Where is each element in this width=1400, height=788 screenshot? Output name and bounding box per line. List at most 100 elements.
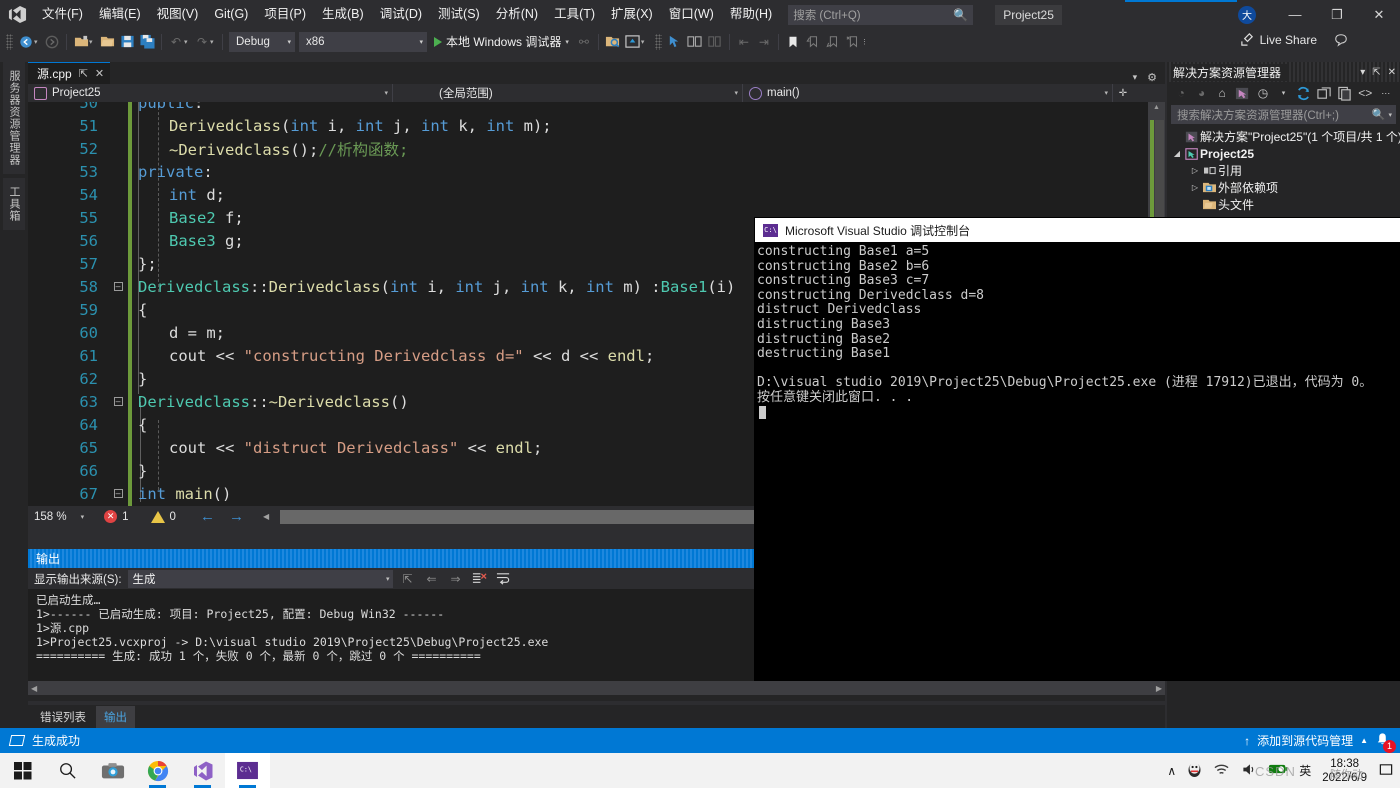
nav-member-combo[interactable]: main() ▾ — [743, 84, 1113, 102]
scroll-up-icon[interactable]: ▲ — [1148, 104, 1165, 111]
tab-error-list[interactable]: 错误列表 — [32, 706, 94, 728]
ime-indicator[interactable]: 英 — [1299, 762, 1311, 779]
error-count-indicator[interactable]: ✕ 1 — [104, 510, 129, 523]
preview-changes-icon[interactable] — [603, 31, 623, 52]
warning-count-indicator[interactable]: 0 — [150, 510, 176, 523]
menu-git[interactable]: Git(G) — [206, 0, 256, 29]
document-tab-source-cpp[interactable]: 源.cpp ⇱ ✕ — [28, 62, 111, 84]
chevron-down-icon[interactable]: ▾ — [1360, 67, 1365, 78]
chevron-up-icon[interactable]: ▲ — [1360, 736, 1368, 745]
start-debugging-button[interactable]: 本地 Windows 调试器 ▾ — [429, 31, 574, 52]
quick-search-input[interactable]: 搜索 (Ctrl+Q) 🔍 — [788, 4, 974, 25]
toggle-word-wrap-icon[interactable] — [495, 570, 513, 588]
home-icon[interactable]: ⌂ — [1214, 85, 1230, 102]
taskbar-visual-studio-button[interactable] — [180, 753, 225, 788]
open-file-icon[interactable] — [97, 31, 117, 52]
solution-search-input[interactable]: 搜索解决方案资源管理器(Ctrl+;) 🔍 ▾ — [1171, 105, 1396, 124]
menu-tools[interactable]: 工具(T) — [546, 0, 603, 29]
menu-edit[interactable]: 编辑(E) — [91, 0, 149, 29]
menu-file[interactable]: 文件(F) — [34, 0, 91, 29]
taskbar-camera-button[interactable] — [90, 753, 135, 788]
code-line[interactable]: 50 public: — [28, 102, 1165, 114]
scroll-right-icon[interactable]: ▶ — [1153, 684, 1165, 693]
pending-changes-icon[interactable]: ◷ — [1255, 85, 1271, 102]
live-preview-caret-icon[interactable]: ▾ — [641, 38, 649, 46]
add-to-source-control-button[interactable]: 添加到源代码管理 — [1257, 732, 1353, 749]
menu-debug[interactable]: 调试(D) — [372, 0, 430, 29]
toolbar-grip[interactable] — [654, 33, 662, 50]
properties-icon[interactable] — [1337, 85, 1353, 102]
expander-icon[interactable]: ◢ — [1171, 149, 1183, 158]
tree-item[interactable]: 头文件 — [1167, 196, 1400, 213]
tab-output[interactable]: 输出 — [96, 705, 135, 728]
overflow-icon[interactable]: ⋯ — [1378, 85, 1394, 102]
close-button[interactable]: ✕ — [1358, 0, 1400, 29]
new-project-icon[interactable] — [71, 31, 91, 52]
toolbar-overflow-icon[interactable]: ⋮ — [861, 38, 869, 46]
avatar[interactable]: 大 — [1238, 5, 1256, 24]
toolbar-grip[interactable] — [6, 33, 13, 50]
bookmark-icon[interactable] — [783, 31, 803, 52]
output-source-combo[interactable]: 生成 ▾ — [127, 569, 393, 588]
taskbar-console-button[interactable]: C:\ — [225, 753, 270, 788]
menu-build[interactable]: 生成(B) — [314, 0, 372, 29]
expander-icon[interactable]: ▷ — [1189, 166, 1201, 175]
tree-item[interactable]: ▷ 引用 — [1167, 162, 1400, 179]
chevron-down-icon[interactable]: ▾ — [1275, 85, 1291, 102]
window-layout-icon[interactable] — [685, 31, 705, 52]
gear-icon[interactable]: ⚙ — [1147, 71, 1157, 84]
fold-toggle-icon[interactable]: – — [110, 282, 126, 291]
new-project-caret-icon[interactable]: ▾ — [89, 38, 97, 46]
find-message-icon[interactable]: ⇱ — [399, 570, 417, 588]
code-line[interactable]: 54 int d; — [28, 183, 1165, 206]
menu-test[interactable]: 测试(S) — [430, 0, 488, 29]
expander-icon[interactable]: ▷ — [1189, 183, 1201, 192]
tray-expand-icon[interactable]: ∧ — [1167, 764, 1176, 778]
nav-scope-combo[interactable]: (全局范围) ▾ — [393, 84, 743, 102]
code-line[interactable]: 52 ~Derivedclass();//析构函数; — [28, 137, 1165, 160]
wifi-icon[interactable] — [1213, 762, 1230, 780]
output-horizontal-scrollbar[interactable]: ◀ ▶ — [28, 681, 1165, 695]
qq-icon[interactable] — [1187, 761, 1202, 781]
clear-all-icon[interactable] — [471, 570, 489, 588]
collapse-all-icon[interactable] — [1316, 85, 1332, 102]
notifications-button[interactable]: 1 — [1375, 732, 1396, 753]
menu-project[interactable]: 项目(P) — [256, 0, 314, 29]
navigate-backward-caret-icon[interactable]: ▾ — [34, 38, 42, 46]
taskbar-search-button[interactable] — [45, 753, 90, 788]
configuration-combo[interactable]: Debug ▾ — [229, 31, 295, 52]
menu-view[interactable]: 视图(V) — [149, 0, 207, 29]
action-center-icon[interactable] — [1378, 762, 1394, 780]
menu-analyze[interactable]: 分析(N) — [488, 0, 546, 29]
show-all-files-icon[interactable]: <> — [1357, 85, 1373, 102]
restore-button[interactable]: ❐ — [1316, 0, 1358, 29]
next-error-icon[interactable]: → — [229, 508, 244, 525]
zoom-combo[interactable]: 158 % ▾ — [34, 511, 84, 523]
split-window-icon[interactable]: ✛ — [1113, 88, 1133, 99]
save-icon[interactable] — [117, 31, 137, 52]
tree-item[interactable]: ◢ Project25 — [1167, 145, 1400, 162]
active-project-chip[interactable]: Project25 — [995, 4, 1062, 25]
pin-icon[interactable]: ⇱ — [1372, 67, 1380, 78]
fold-toggle-icon[interactable]: – — [110, 397, 126, 406]
menu-help[interactable]: 帮助(H) — [722, 0, 780, 29]
go-to-next-icon[interactable]: ⇒ — [447, 570, 465, 588]
code-line[interactable]: 53 private: — [28, 160, 1165, 183]
close-icon[interactable]: ✕ — [95, 67, 104, 80]
tree-item[interactable]: 解决方案"Project25"(1 个项目/共 1 个) — [1167, 128, 1400, 145]
live-preview-icon[interactable] — [623, 31, 643, 52]
scroll-left-icon[interactable]: ◀ — [28, 684, 40, 693]
menu-extensions[interactable]: 扩展(X) — [603, 0, 661, 29]
menu-window[interactable]: 窗口(W) — [661, 0, 722, 29]
taskbar-chrome-button[interactable] — [135, 753, 180, 788]
minimize-button[interactable]: — — [1274, 0, 1316, 29]
select-tool-icon[interactable] — [665, 31, 685, 52]
previous-error-icon[interactable]: ← — [200, 508, 215, 525]
refresh-icon[interactable] — [1296, 85, 1312, 102]
vertical-tab-toolbox[interactable]: 工具箱 — [3, 178, 25, 230]
chevron-down-icon[interactable]: ▾ — [1385, 111, 1392, 119]
scroll-left-icon[interactable]: ◀ — [260, 512, 272, 521]
code-line[interactable]: 51 Derivedclass(int i, int j, int k, int … — [28, 114, 1165, 137]
navigate-backward-icon[interactable] — [16, 31, 36, 52]
close-icon[interactable]: ✕ — [1388, 67, 1396, 78]
